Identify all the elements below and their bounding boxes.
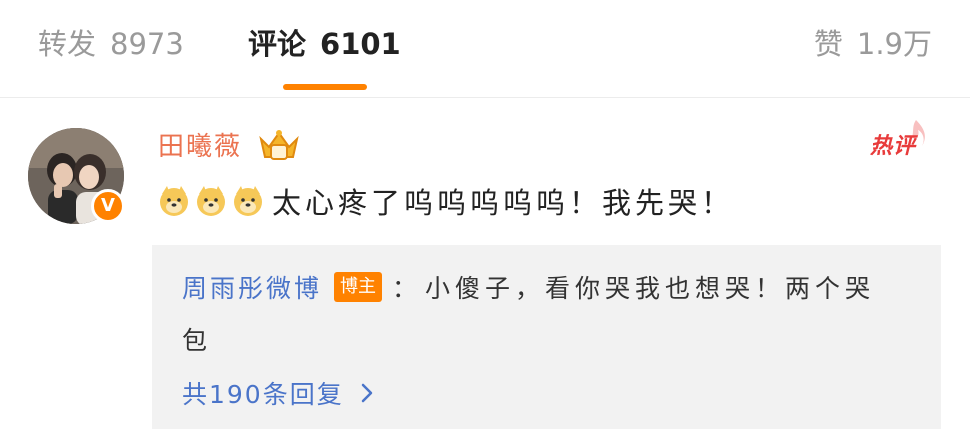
tab-comment-count: 6101 xyxy=(320,27,401,61)
tab-repost-count: 8973 xyxy=(110,27,184,61)
more-replies-link[interactable]: 共190条回复 xyxy=(182,376,374,410)
comment-panel: 转发 8973 评论 6101 赞 1.9万 V 田曦薇 热评 太心疼了呜呜呜呜… xyxy=(0,0,970,429)
doge-emoji-icon xyxy=(197,186,225,216)
tab-repost[interactable]: 转发 8973 xyxy=(38,25,184,63)
tab-comment[interactable]: 评论 6101 xyxy=(248,25,401,63)
chevron-right-icon xyxy=(361,383,372,403)
reply-author[interactable]: 周雨彤微博 xyxy=(182,269,322,305)
reply-line: 周雨彤微博 博主 ： 小傻子，看你哭我也想哭！两个哭 xyxy=(182,267,875,307)
tab-divider xyxy=(0,97,970,98)
active-tab-indicator xyxy=(283,84,367,90)
reply-box: 周雨彤微博 博主 ： 小傻子，看你哭我也想哭！两个哭 包 共190条回复 xyxy=(152,245,941,429)
tab-like-label: 赞 xyxy=(813,27,843,61)
comment-username[interactable]: 田曦薇 xyxy=(158,130,242,164)
doge-emoji-icon xyxy=(234,186,262,216)
doge-emoji-icon xyxy=(160,186,188,216)
tab-like[interactable]: 赞 1.9万 xyxy=(814,25,932,63)
reply-text: 小傻子，看你哭我也想哭！两个哭 xyxy=(425,274,876,303)
verified-badge-icon: V xyxy=(91,189,125,223)
vip-crown-icon xyxy=(259,130,299,160)
reply-text-continued: 包 xyxy=(182,326,213,355)
tab-repost-label: 转发 xyxy=(38,27,97,61)
tab-like-count: 1.9万 xyxy=(856,27,932,61)
blogger-tag: 博主 xyxy=(334,272,383,302)
reply-colon: ： xyxy=(392,274,418,303)
tab-comment-label: 评论 xyxy=(248,27,307,61)
tab-bar: 转发 8973 评论 6101 赞 1.9万 xyxy=(0,0,970,97)
comment-content: 太心疼了呜呜呜呜呜！我先哭！ xyxy=(157,181,734,221)
hot-comment-badge: 热评 xyxy=(868,116,934,160)
hot-comment-label: 热评 xyxy=(870,134,917,159)
comment-text: 太心疼了呜呜呜呜呜！我先哭！ xyxy=(272,186,735,220)
more-replies-label: 共190条回复 xyxy=(182,380,344,409)
